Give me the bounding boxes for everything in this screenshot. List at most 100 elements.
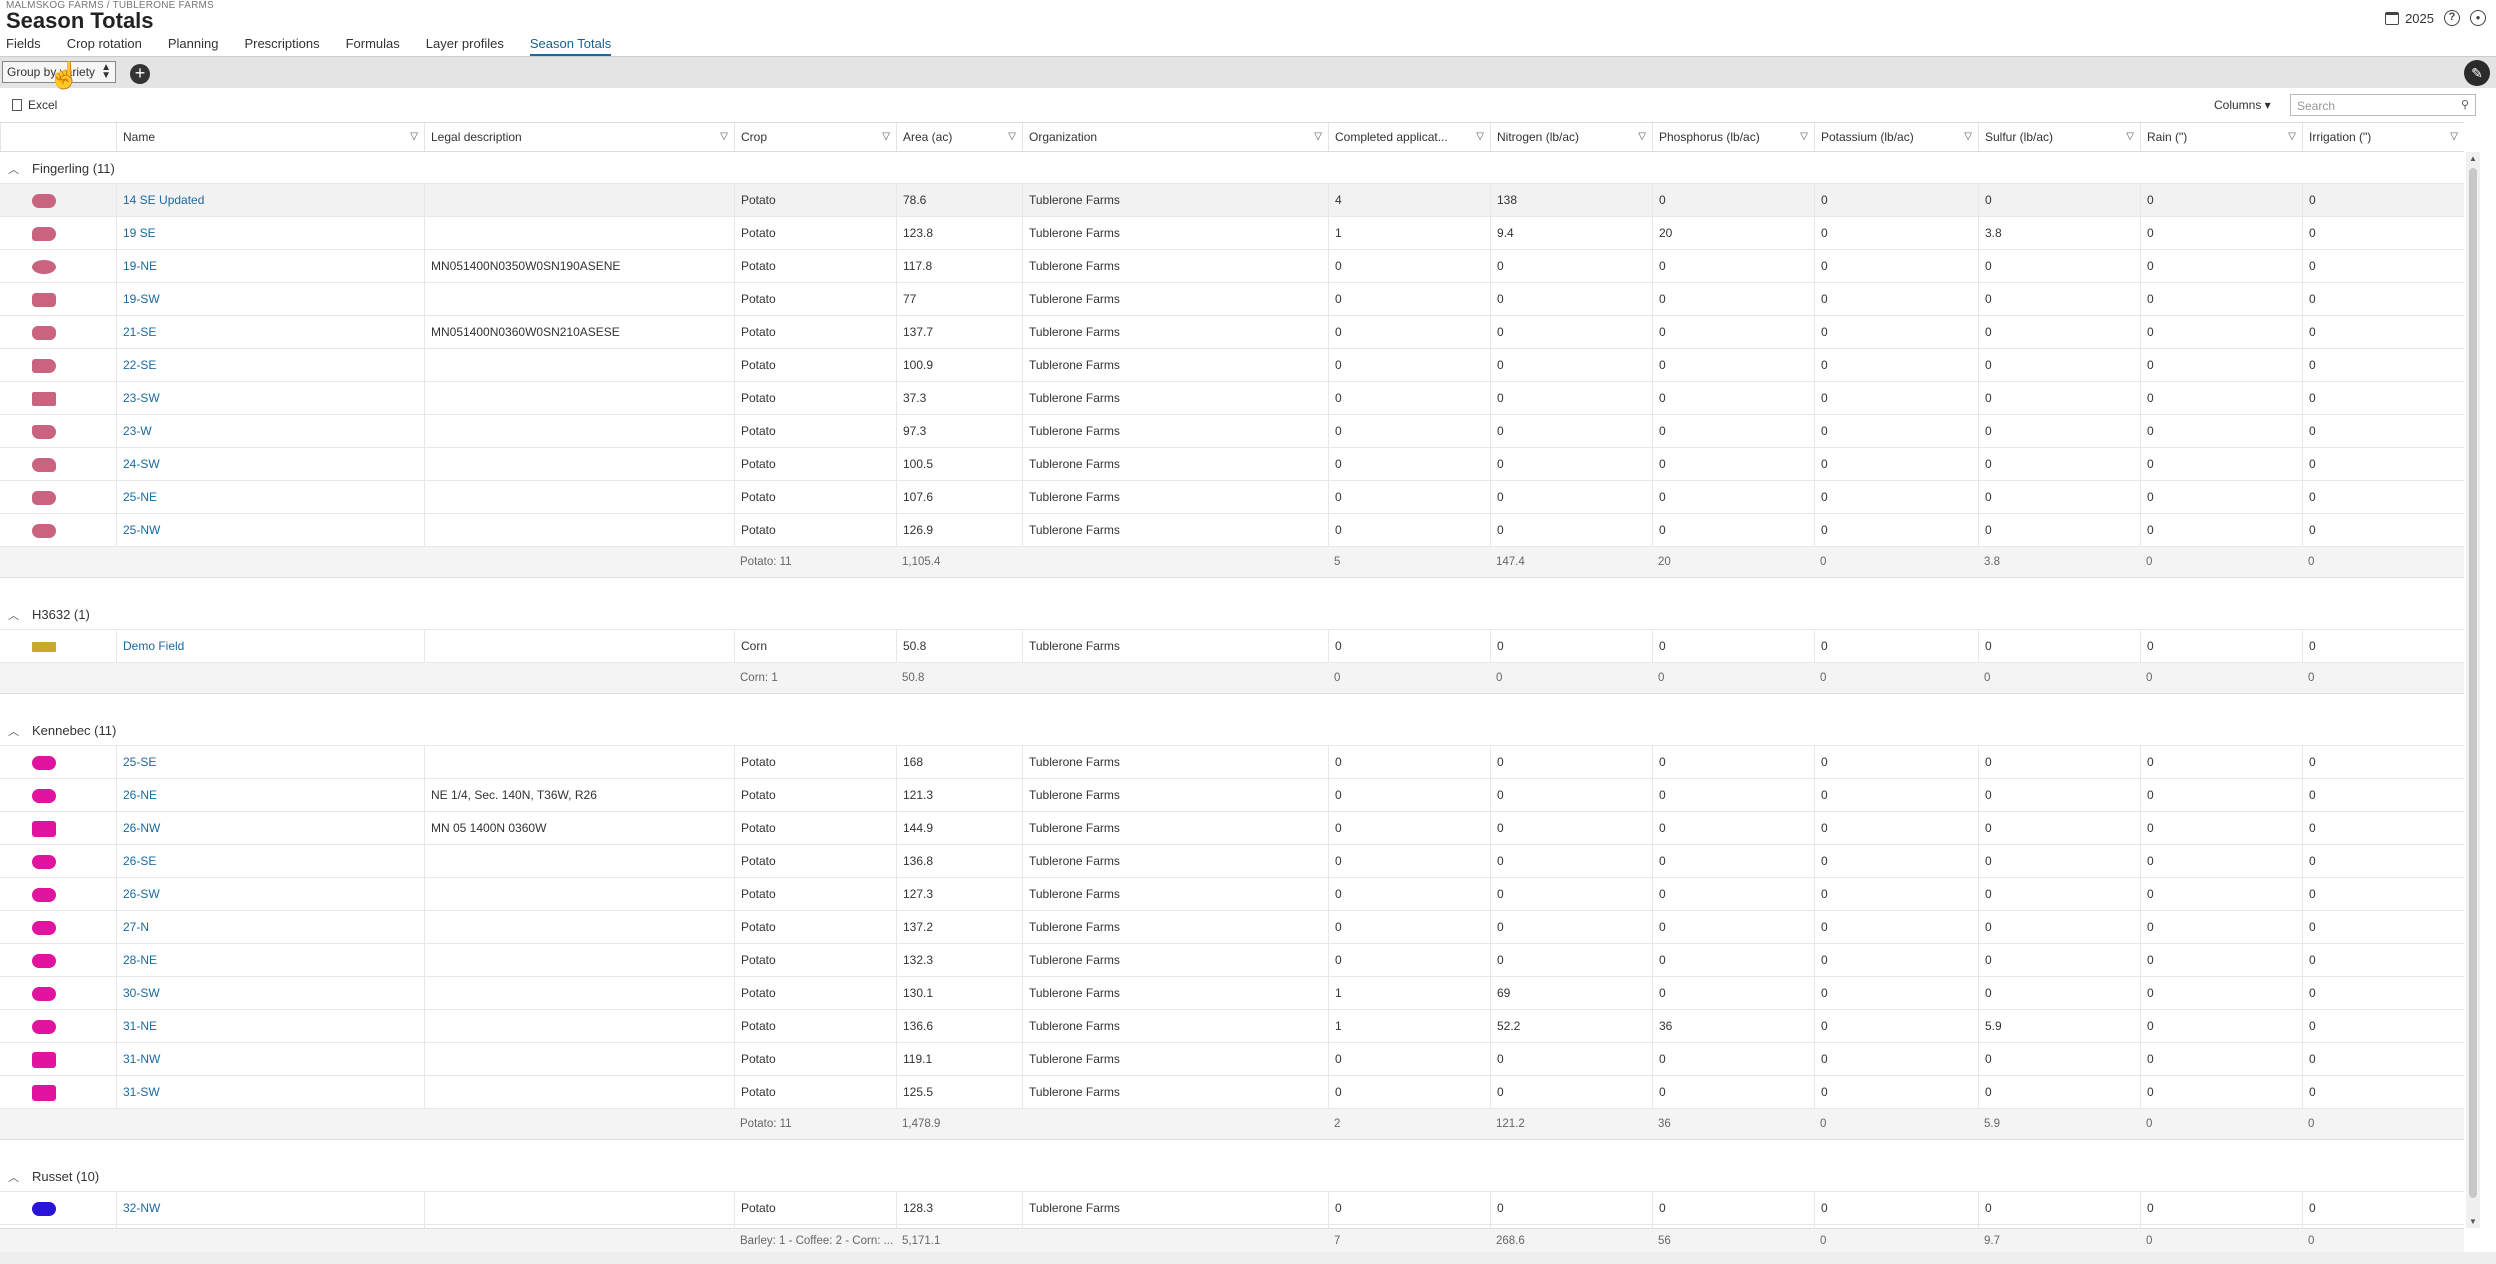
column-header-nitrogen-lb-ac[interactable]: Nitrogen (lb/ac) ▽ [1490, 123, 1652, 151]
table-row[interactable]: 26-NE NE 1/4, Sec. 140N, T36W, R26 Potato 1… [0, 779, 2464, 812]
table-row[interactable]: 21-SE MN051400N0360W0SN210ASESE Potato 137.… [0, 316, 2464, 349]
tab-layer-profiles[interactable]: Layer profiles [420, 36, 510, 56]
filter-icon[interactable]: ▽ [2126, 123, 2134, 151]
column-header-area-ac[interactable]: Area (ac) ▽ [896, 123, 1022, 151]
chevron-up-icon[interactable]: ︿ [8, 723, 19, 739]
chevron-up-icon[interactable]: ︿ [8, 607, 19, 623]
filter-icon[interactable]: ▽ [1008, 123, 1016, 151]
field-name-link[interactable]: 19 SE [116, 217, 424, 250]
vertical-scrollbar[interactable]: ▲ ▼ [2466, 152, 2480, 1228]
table-row[interactable]: 32-NW Potato 128.3 Tublerone Farms 0 0 0 0 0 0 0 [0, 1192, 2464, 1225]
table-row[interactable]: 22-SE Potato 100.9 Tublerone Farms 0 0 0 0 0 0 0 [0, 349, 2464, 382]
table-row[interactable]: 26-NW MN 05 1400N 0360W Potato 144.9 Tublero… [0, 812, 2464, 845]
column-header-completed-applicat[interactable]: Completed applicat... ▽ [1328, 123, 1490, 151]
excel-export-button[interactable]: Excel [12, 98, 57, 112]
column-header-shape[interactable] [0, 123, 116, 151]
column-header-sulfur-lb-ac[interactable]: Sulfur (lb/ac) ▽ [1978, 123, 2140, 151]
field-name-link[interactable]: 23-SW [116, 382, 424, 415]
chevron-up-icon[interactable]: ︿ [8, 1169, 19, 1185]
field-name-link[interactable]: 31-NE [116, 1010, 424, 1043]
filter-icon[interactable]: ▽ [2450, 123, 2458, 151]
field-name-link[interactable]: 31-SW [116, 1076, 424, 1109]
help-icon[interactable]: ? [2444, 10, 2460, 26]
field-name-link[interactable]: 27-N [116, 911, 424, 944]
group-row[interactable]: ︿ Fingerling (11) [0, 152, 2464, 184]
scroll-up-icon[interactable]: ▲ [2469, 154, 2477, 163]
table-row[interactable]: 28-NE Potato 132.3 Tublerone Farms 0 0 0 0 0 0 0 [0, 944, 2464, 977]
tab-formulas[interactable]: Formulas [340, 36, 406, 56]
filter-icon[interactable]: ▽ [410, 123, 418, 151]
field-name-link[interactable]: 31-NW [116, 1043, 424, 1076]
field-name-link[interactable]: 26-NE [116, 779, 424, 812]
column-header-rain[interactable]: Rain (") ▽ [2140, 123, 2302, 151]
table-row[interactable]: 23-SW Potato 37.3 Tublerone Farms 0 0 0 0 0 0 0 [0, 382, 2464, 415]
field-name-link[interactable]: Demo Field [116, 630, 424, 663]
field-name-link[interactable]: 26-SW [116, 878, 424, 911]
field-name-link[interactable]: 30-SW [116, 977, 424, 1010]
table-row[interactable]: 25-NW Potato 126.9 Tublerone Farms 0 0 0 0 0 0 0 [0, 514, 2464, 547]
field-name-link[interactable]: 25-NE [116, 481, 424, 514]
group-row[interactable]: ︿ H3632 (1) [0, 598, 2464, 630]
column-header-legal-description[interactable]: Legal description ▽ [424, 123, 734, 151]
scroll-thumb[interactable] [2469, 168, 2477, 1198]
table-row[interactable]: Demo Field Corn 50.8 Tublerone Farms 0 0 0 0 0 0 0 [0, 630, 2464, 663]
field-name-link[interactable]: 14 SE Updated [116, 184, 424, 217]
column-header-potassium-lb-ac[interactable]: Potassium (lb/ac) ▽ [1814, 123, 1978, 151]
field-name-link[interactable]: 25-NW [116, 514, 424, 547]
field-name-link[interactable]: 22-SE [116, 349, 424, 382]
filter-icon[interactable]: ▽ [1476, 123, 1484, 151]
user-account-icon[interactable]: ● [2470, 10, 2486, 26]
add-button[interactable]: + [130, 64, 150, 84]
filter-icon[interactable]: ▽ [2288, 123, 2296, 151]
table-row[interactable]: 31-NW Potato 119.1 Tublerone Farms 0 0 0 0 0 0 0 [0, 1043, 2464, 1076]
field-name-link[interactable]: 26-SE [116, 845, 424, 878]
field-name-link[interactable]: 25-SE [116, 746, 424, 779]
group-row[interactable]: ︿ Kennebec (11) [0, 714, 2464, 746]
scroll-down-icon[interactable]: ▼ [2469, 1217, 2477, 1226]
table-row[interactable]: 27-N Potato 137.2 Tublerone Farms 0 0 0 0 0 0 0 [0, 911, 2464, 944]
table-row[interactable]: 25-SE Potato 168 Tublerone Farms 0 0 0 0 0 0 0 [0, 746, 2464, 779]
filter-icon[interactable]: ▽ [720, 123, 728, 151]
search-input[interactable]: Search ⚲ [2290, 94, 2476, 116]
field-name-link[interactable]: 26-NW [116, 812, 424, 845]
field-name-link[interactable]: 19-SW [116, 283, 424, 316]
table-row[interactable]: 19-SW Potato 77 Tublerone Farms 0 0 0 0 0 0 0 [0, 283, 2464, 316]
column-header-phosphorus-lb-ac[interactable]: Phosphorus (lb/ac) ▽ [1652, 123, 1814, 151]
chevron-up-icon[interactable]: ︿ [8, 161, 19, 177]
tab-crop-rotation[interactable]: Crop rotation [61, 36, 148, 56]
table-row[interactable]: 30-SW Potato 130.1 Tublerone Farms 1 69 0 0 0 0 0 [0, 977, 2464, 1010]
table-row[interactable]: 26-SW Potato 127.3 Tublerone Farms 0 0 0 0 0 0 0 [0, 878, 2464, 911]
field-name-link[interactable]: 19-NE [116, 250, 424, 283]
horizontal-scrollbar[interactable] [0, 1252, 2496, 1264]
filter-icon[interactable]: ▽ [882, 123, 890, 151]
tab-season-totals[interactable]: Season Totals [524, 36, 617, 56]
column-header-irrigation[interactable]: Irrigation (") ▽ [2302, 123, 2464, 151]
table-row[interactable]: 14 SE Updated Potato 78.6 Tublerone Farms 4 1… [0, 184, 2464, 217]
tab-planning[interactable]: Planning [162, 36, 225, 56]
field-name-link[interactable]: 23-W [116, 415, 424, 448]
table-row[interactable]: 23-W Potato 97.3 Tublerone Farms 0 0 0 0 0 0 0 [0, 415, 2464, 448]
edit-pencil-button[interactable]: ✎ [2464, 60, 2490, 86]
column-header-organization[interactable]: Organization ▽ [1022, 123, 1328, 151]
field-name-link[interactable]: 24-SW [116, 448, 424, 481]
table-row[interactable]: 19-NE MN051400N0350W0SN190ASENE Potato 117.… [0, 250, 2464, 283]
field-name-link[interactable]: 28-NE [116, 944, 424, 977]
tab-fields[interactable]: Fields [0, 36, 47, 56]
column-header-crop[interactable]: Crop ▽ [734, 123, 896, 151]
table-row[interactable]: 26-SE Potato 136.8 Tublerone Farms 0 0 0 0 0 0 0 [0, 845, 2464, 878]
table-row[interactable]: 19 SE Potato 123.8 Tublerone Farms 1 9.4 20 0 3.… [0, 217, 2464, 250]
column-header-name[interactable]: Name ▽ [116, 123, 424, 151]
filter-icon[interactable]: ▽ [1800, 123, 1808, 151]
filter-icon[interactable]: ▽ [1314, 123, 1322, 151]
year-selector[interactable]: 2025 [2385, 11, 2434, 26]
field-name-link[interactable]: 21-SE [116, 316, 424, 349]
table-row[interactable]: 31-SW Potato 125.5 Tublerone Farms 0 0 0 0 0 0 0 [0, 1076, 2464, 1109]
table-row[interactable]: 31-NE Potato 136.6 Tublerone Farms 1 52.2 36 0 5… [0, 1010, 2464, 1043]
group-row[interactable]: ︿ Russet (10) [0, 1160, 2464, 1192]
columns-button[interactable]: Columns ▾ [2214, 98, 2271, 112]
table-row[interactable]: 25-NE Potato 107.6 Tublerone Farms 0 0 0 0 0 0 0 [0, 481, 2464, 514]
filter-icon[interactable]: ▽ [1964, 123, 1972, 151]
field-name-link[interactable]: 32-NW [116, 1192, 424, 1225]
filter-icon[interactable]: ▽ [1638, 123, 1646, 151]
table-row[interactable]: 24-SW Potato 100.5 Tublerone Farms 0 0 0 0 0 0 0 [0, 448, 2464, 481]
